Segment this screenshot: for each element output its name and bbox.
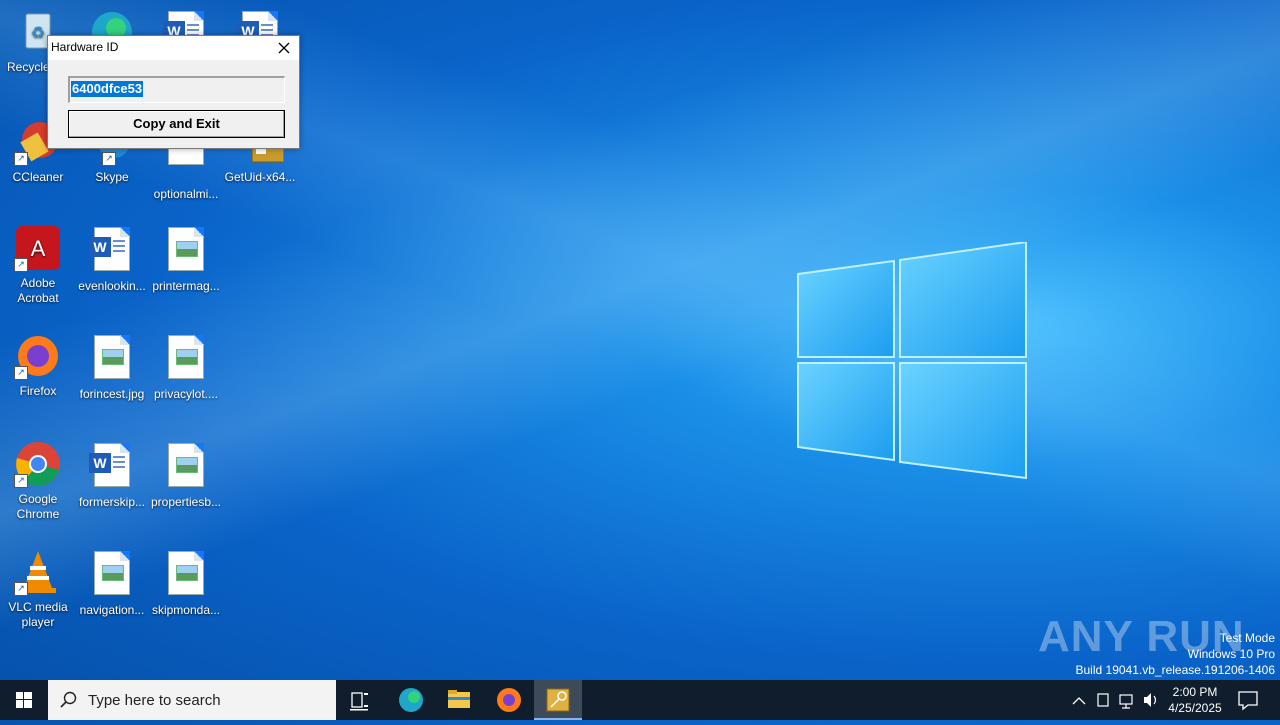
shortcut-arrow-icon: ↗ <box>102 152 116 166</box>
taskbar-hardware-id-app[interactable] <box>534 680 582 720</box>
image-file-icon <box>88 551 136 599</box>
desktop-icon-google-chrome[interactable]: ↗ Google Chrome <box>0 440 76 522</box>
shortcut-arrow-icon: ↗ <box>14 474 28 488</box>
close-button[interactable] <box>269 36 299 60</box>
desktop-icon-image[interactable]: forincest.jpg <box>74 332 150 402</box>
desktop-icon-label: Adobe Acrobat <box>17 276 59 305</box>
word-document-icon: W <box>88 443 136 491</box>
dialog-titlebar[interactable]: Hardware ID <box>48 36 299 60</box>
svg-text:A: A <box>31 236 46 261</box>
desktop-icon-label: optionalmi... <box>153 187 219 201</box>
taskbar-firefox[interactable] <box>485 680 533 720</box>
desktop-icon-label: propertiesb... <box>150 495 222 509</box>
hardware-id-field[interactable]: 6400dfce53 <box>68 76 285 103</box>
task-view-icon <box>350 692 368 711</box>
image-file-icon <box>88 335 136 383</box>
system-info-watermark: Test Mode Windows 10 Pro Build 19041.vb_… <box>1076 630 1276 678</box>
clock-time: 2:00 PM <box>1172 685 1218 699</box>
svg-text:♻: ♻ <box>31 25 45 42</box>
desktop-icon-label: VLC media player <box>8 600 68 629</box>
adobe-acrobat-icon: A ↗ <box>14 224 62 272</box>
taskbar-clock[interactable]: 2:00 PM 4/25/2025 <box>1160 684 1230 716</box>
hardware-id-dialog: Hardware ID 6400dfce53 Copy and Exit <box>47 35 300 149</box>
desktop-icon-label: formerskip... <box>78 495 145 509</box>
shortcut-arrow-icon: ↗ <box>14 258 28 272</box>
taskbar-edge[interactable] <box>387 680 435 720</box>
start-button[interactable] <box>0 680 48 720</box>
desktop-icon-label: Firefox <box>19 384 57 398</box>
desktop-icon-word-doc[interactable]: W formerskip... <box>74 440 150 510</box>
action-center-button[interactable] <box>1224 680 1272 720</box>
desktop-icon-image[interactable]: navigation... <box>74 548 150 618</box>
desktop-icon-label: GetUid-x64... <box>224 170 296 184</box>
build-text: Build 19041.vb_release.191206-1406 <box>1075 663 1276 677</box>
copy-and-exit-button[interactable]: Copy and Exit <box>68 110 285 138</box>
taskbar-file-explorer[interactable] <box>435 680 483 720</box>
firefox-icon <box>497 688 521 712</box>
desktop-icon-image[interactable]: propertiesb... <box>148 440 224 510</box>
windows-logo-wallpaper <box>797 242 1027 480</box>
desktop-icon-image[interactable]: privacylot.... <box>148 332 224 402</box>
image-file-icon <box>162 227 210 275</box>
clock-date: 4/25/2025 <box>1168 701 1222 715</box>
desktop-icon-firefox[interactable]: ↗ Firefox <box>0 332 76 399</box>
desktop-icon-label: CCleaner <box>12 170 64 184</box>
windows-start-icon <box>16 692 32 708</box>
desktop-icon-label: skipmonda... <box>151 603 221 617</box>
image-file-icon <box>162 335 210 383</box>
firefox-icon: ↗ <box>14 332 62 380</box>
taskbar: Type here to search 2:00 PM 4/25/2025 <box>0 680 1280 720</box>
dialog-title: Hardware ID <box>51 40 119 54</box>
taskbar-search-box[interactable]: Type here to search <box>48 680 336 720</box>
desktop-icon-label: navigation... <box>79 603 145 617</box>
system-tray-icons <box>1072 693 1157 709</box>
desktop-icon-image[interactable]: skipmonda... <box>148 548 224 618</box>
desktop-icon-image[interactable]: printermag... <box>148 224 224 294</box>
desktop-icon-word-doc[interactable]: W evenlookin... <box>74 224 150 294</box>
desktop-icon-label: Skype <box>95 170 129 184</box>
desktop-icon-label: printermag... <box>152 279 220 293</box>
desktop-icon-vlc[interactable]: ↗ VLC media player <box>0 548 76 630</box>
desktop-icon-label: evenlookin... <box>78 279 146 293</box>
image-file-icon <box>162 443 210 491</box>
search-placeholder: Type here to search <box>88 692 221 709</box>
word-document-icon: W <box>88 227 136 275</box>
close-icon <box>278 42 290 54</box>
desktop-icon-label: forincest.jpg <box>79 387 145 401</box>
os-edition-text: Windows 10 Pro <box>1187 647 1275 661</box>
test-mode-text: Test Mode <box>1219 631 1275 645</box>
shortcut-arrow-icon: ↗ <box>14 582 28 596</box>
desktop-icon-adobe-acrobat[interactable]: A ↗ Adobe Acrobat <box>0 224 76 306</box>
chrome-icon: ↗ <box>14 440 62 488</box>
notification-icon <box>1238 691 1258 711</box>
image-file-icon <box>162 551 210 599</box>
search-icon <box>60 691 77 708</box>
key-app-icon <box>546 688 570 712</box>
folder-icon <box>448 690 470 708</box>
system-tray <box>1068 680 1158 720</box>
desktop-icon-label: Google Chrome <box>16 492 60 521</box>
desktop-icon-label: privacylot.... <box>153 387 219 401</box>
edge-icon <box>399 688 423 712</box>
task-view-button[interactable] <box>336 680 384 720</box>
shortcut-arrow-icon: ↗ <box>14 366 28 380</box>
shortcut-arrow-icon: ↗ <box>14 152 28 166</box>
hardware-id-value: 6400dfce53 <box>71 81 144 97</box>
vlc-icon: ↗ <box>14 548 62 596</box>
